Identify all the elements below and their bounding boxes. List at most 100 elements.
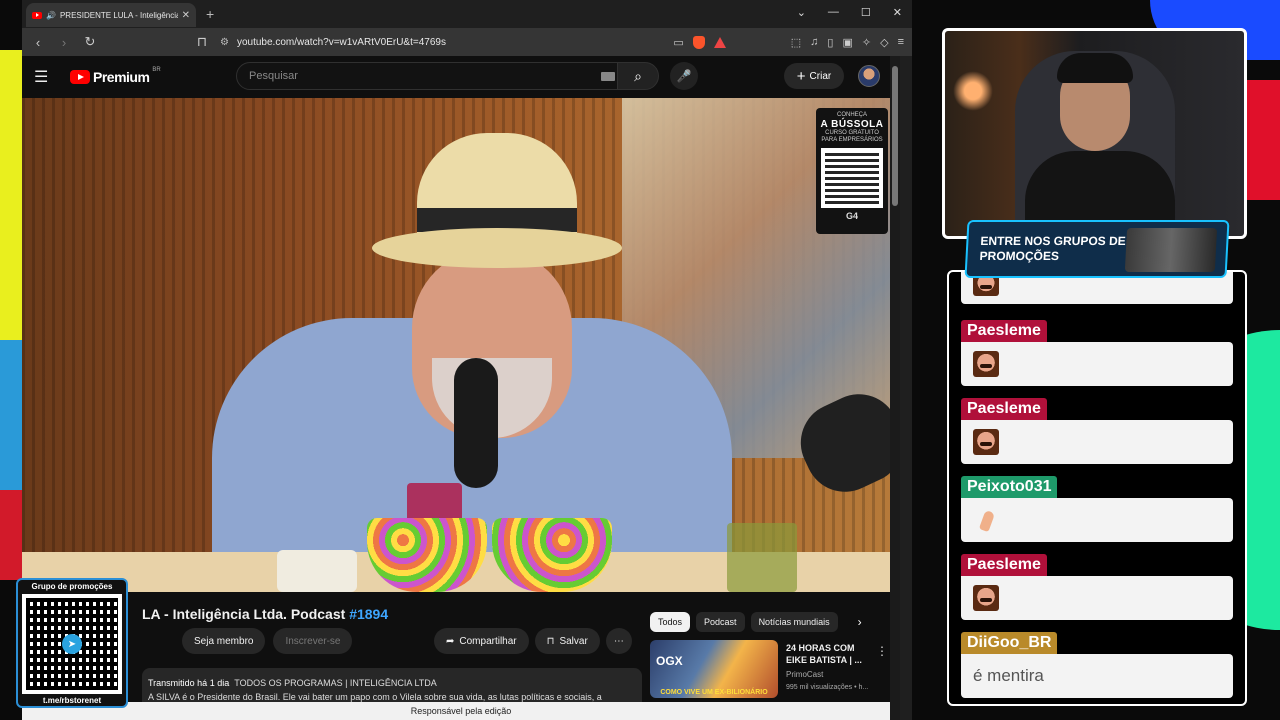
streamer-hair: [1057, 53, 1133, 83]
editing-notice: Responsável pela edição: [410, 706, 512, 716]
search-icon: ⌕: [634, 67, 642, 84]
forward-icon[interactable]: ›: [56, 35, 72, 50]
ad-line-4: PARA EMPRESÁRIOS: [821, 137, 883, 143]
video-title-text: LA - Inteligência Ltda. Podcast: [142, 606, 350, 622]
extensions-icon[interactable]: ⬚: [791, 36, 801, 49]
chat-text: é mentira: [973, 666, 1044, 685]
chevron-right-icon[interactable]: ›: [858, 615, 862, 629]
chip-todos[interactable]: Todos: [650, 612, 691, 632]
chat-username[interactable]: Paesleme: [961, 554, 1047, 576]
url-field[interactable]: ⚙ youtube.com/watch?v=w1vARtV0ErU&t=4769…: [220, 37, 663, 48]
editing-notice-bar: Responsável pela edição: [22, 702, 900, 720]
reload-icon[interactable]: ↻: [82, 34, 98, 50]
promo-qr-code: ➤: [22, 594, 122, 694]
chip-podcast[interactable]: Podcast: [696, 612, 745, 632]
wallet-icon[interactable]: ▣: [842, 36, 852, 49]
sponsor-qr-card[interactable]: CONHEÇA A BÚSSOLA CURSO GRATUITO PARA EM…: [816, 108, 888, 234]
face-emote-icon: [973, 585, 999, 611]
maximize-button[interactable]: ☐: [861, 6, 871, 19]
site-settings-icon[interactable]: ⚙: [220, 37, 229, 48]
account-avatar[interactable]: [858, 65, 880, 87]
url-text: youtube.com/watch?v=w1vARtV0ErU&t=4769s: [236, 36, 446, 48]
brave-rewards-icon[interactable]: [713, 36, 726, 48]
chip-world-news[interactable]: Notícias mundiais: [750, 612, 838, 632]
scrollbar-thumb[interactable]: [892, 66, 898, 206]
ad-line-3: CURSO GRATUITO: [825, 130, 879, 136]
promo-header: Grupo de promoções: [31, 582, 113, 591]
chat-username[interactable]: Paesleme: [961, 320, 1047, 342]
close-window-button[interactable]: ✕: [893, 6, 902, 19]
bg-band-blue: [0, 340, 22, 490]
subscribe-button[interactable]: Inscrever-se: [273, 628, 353, 654]
ad-brand: G4: [845, 211, 858, 221]
browser-tab[interactable]: 🔊 PRESIDENTE LULA - Inteligência Ltd... …: [26, 3, 196, 27]
leo-ai-icon[interactable]: ✧: [862, 36, 871, 49]
cup: [277, 550, 357, 592]
close-tab-icon[interactable]: ✕: [182, 10, 190, 21]
devices-image: [1124, 228, 1218, 272]
chat-username[interactable]: Peixoto031: [961, 476, 1058, 498]
address-bar: ‹ › ↻ ⊓ ⚙ youtube.com/watch?v=w1vARtV0Er…: [22, 28, 912, 56]
search-input[interactable]: Pesquisar: [236, 62, 626, 90]
youtube-logo[interactable]: Premium BR: [70, 67, 161, 85]
speaker-icon[interactable]: 🔊: [46, 11, 56, 20]
chat-username[interactable]: DiiGoo_BR: [961, 632, 1058, 654]
create-button[interactable]: + Criar: [784, 63, 844, 89]
minimize-button[interactable]: —: [828, 6, 839, 19]
chat-username[interactable]: Paesleme: [961, 398, 1047, 420]
video-player[interactable]: CONHEÇA A BÚSSOLA CURSO GRATUITO PARA EM…: [22, 98, 898, 592]
vpn-icon[interactable]: ◇: [880, 36, 888, 49]
join-button[interactable]: Seja membro: [182, 628, 266, 654]
kebab-menu-icon[interactable]: ⋮: [876, 644, 888, 658]
recommended-video[interactable]: OGX COMO VIVE UM EX-BILIONÁRIO 24 HORAS …: [650, 640, 890, 700]
recommended-views: 995 mil visualizações • h...: [786, 684, 869, 691]
telegram-icon: ➤: [62, 634, 82, 654]
youtube-play-icon: [70, 70, 90, 84]
sidebar-icon[interactable]: ▯: [827, 36, 833, 49]
description-meta: Transmitido há 1 dia: [148, 678, 230, 688]
chat-bubble: é mentira: [961, 654, 1233, 698]
chat-bubble: [961, 420, 1233, 464]
share-button[interactable]: ➦ Compartilhar: [434, 628, 529, 654]
logo-text: Premium: [93, 69, 150, 85]
new-tab-button[interactable]: +: [206, 6, 214, 22]
recommended-thumbnail[interactable]: OGX COMO VIVE UM EX-BILIONÁRIO: [650, 640, 778, 698]
browser-titlebar: 🔊 PRESIDENTE LULA - Inteligência Ltd... …: [22, 0, 912, 28]
brave-shields-icon[interactable]: [692, 35, 705, 49]
ad-qr-code: [821, 148, 883, 208]
streamer-webcam: [942, 28, 1247, 239]
bg-band-red: [0, 490, 22, 580]
browser-menu-icon[interactable]: ≡: [898, 36, 904, 48]
tab-search-icon[interactable]: ⌄: [797, 6, 806, 19]
hamburger-menu-icon[interactable]: ☰: [34, 67, 58, 87]
recommended-channel[interactable]: PrimoCast: [786, 670, 823, 679]
hand-emote-icon: [973, 507, 999, 533]
ad-line-1: CONHEÇA: [836, 112, 867, 118]
recommended-title[interactable]: 24 HORAS COM EIKE BATISTA | ...: [786, 642, 876, 666]
tab-title: PRESIDENTE LULA - Inteligência Ltd...: [59, 10, 178, 20]
create-label: Criar: [809, 70, 832, 82]
page-scrollbar[interactable]: [890, 56, 900, 720]
face-emote-icon: [973, 351, 999, 377]
banner-text: ENTRE NOS GRUPOS DE PROMOÇÕES: [979, 234, 1127, 263]
cast-icon[interactable]: ▭: [673, 36, 683, 49]
episode-hashtag[interactable]: #1894: [349, 606, 388, 622]
bg-band-yellow: [0, 50, 22, 340]
share-label: Compartilhar: [459, 635, 517, 647]
search-button[interactable]: ⌕: [617, 62, 659, 90]
save-label: Salvar: [559, 635, 588, 647]
back-icon[interactable]: ‹: [30, 35, 46, 50]
more-actions-button[interactable]: ⋯: [605, 628, 632, 654]
voice-search-button[interactable]: 🎤: [670, 62, 698, 90]
description-tags[interactable]: TODOS OS PROGRAMAS | INTELIGÊNCIA LTDA: [234, 678, 437, 688]
thumbnail-caption: COMO VIVE UM EX-BILIONÁRIO: [660, 689, 768, 696]
youtube-favicon-icon: [32, 11, 42, 19]
hat-brim: [372, 228, 622, 268]
media-icon[interactable]: ♫: [810, 36, 818, 48]
browser-window: 🔊 PRESIDENTE LULA - Inteligência Ltd... …: [22, 0, 912, 720]
extensions-area: ▭ ⬚ ♫ ▯ ▣ ✧ ◇ ≡: [673, 35, 904, 49]
save-button[interactable]: ⊓ Salvar: [534, 628, 600, 654]
keyboard-icon[interactable]: [601, 72, 615, 81]
bookmark-icon[interactable]: ⊓: [194, 34, 210, 50]
chat-message: Peixoto031: [961, 476, 1235, 542]
